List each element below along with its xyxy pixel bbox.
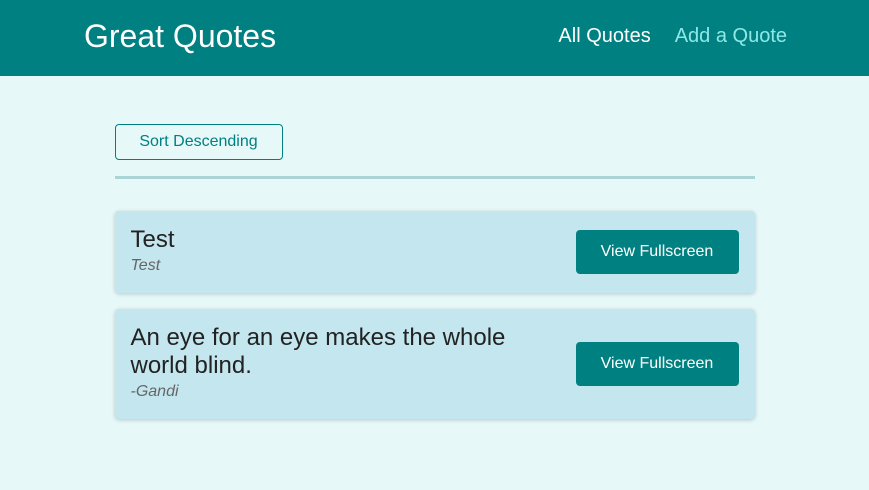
app-header: Great Quotes All Quotes Add a Quote — [0, 0, 869, 76]
main-nav: All Quotes Add a Quote — [558, 26, 787, 46]
quote-item: An eye for an eye makes the whole world … — [114, 309, 755, 419]
quote-figure: Test Test — [131, 226, 531, 278]
quote-figure: An eye for an eye makes the whole world … — [131, 324, 531, 404]
logo[interactable]: Great Quotes — [84, 20, 276, 52]
quote-text: Test — [130, 226, 175, 253]
quote-text: An eye for an eye makes the whole world … — [130, 324, 506, 379]
quote-author: Test — [130, 257, 161, 274]
sorting-controls: Sort Descending — [114, 124, 755, 160]
view-fullscreen-button[interactable]: View Fullscreen — [575, 230, 739, 274]
nav-link-all-quotes[interactable]: All Quotes — [558, 26, 650, 46]
quote-item: Test Test View Fullscreen — [114, 211, 755, 293]
nav-link-add-quote[interactable]: Add a Quote — [675, 26, 787, 46]
main-content: Sort Descending Test Test View Fullscree… — [114, 76, 755, 419]
quote-list: Test Test View Fullscreen An eye for an … — [114, 211, 755, 419]
quote-author: -Gandi — [130, 383, 179, 400]
sort-descending-button[interactable]: Sort Descending — [114, 124, 283, 160]
divider — [114, 176, 755, 179]
view-fullscreen-button[interactable]: View Fullscreen — [575, 342, 739, 386]
